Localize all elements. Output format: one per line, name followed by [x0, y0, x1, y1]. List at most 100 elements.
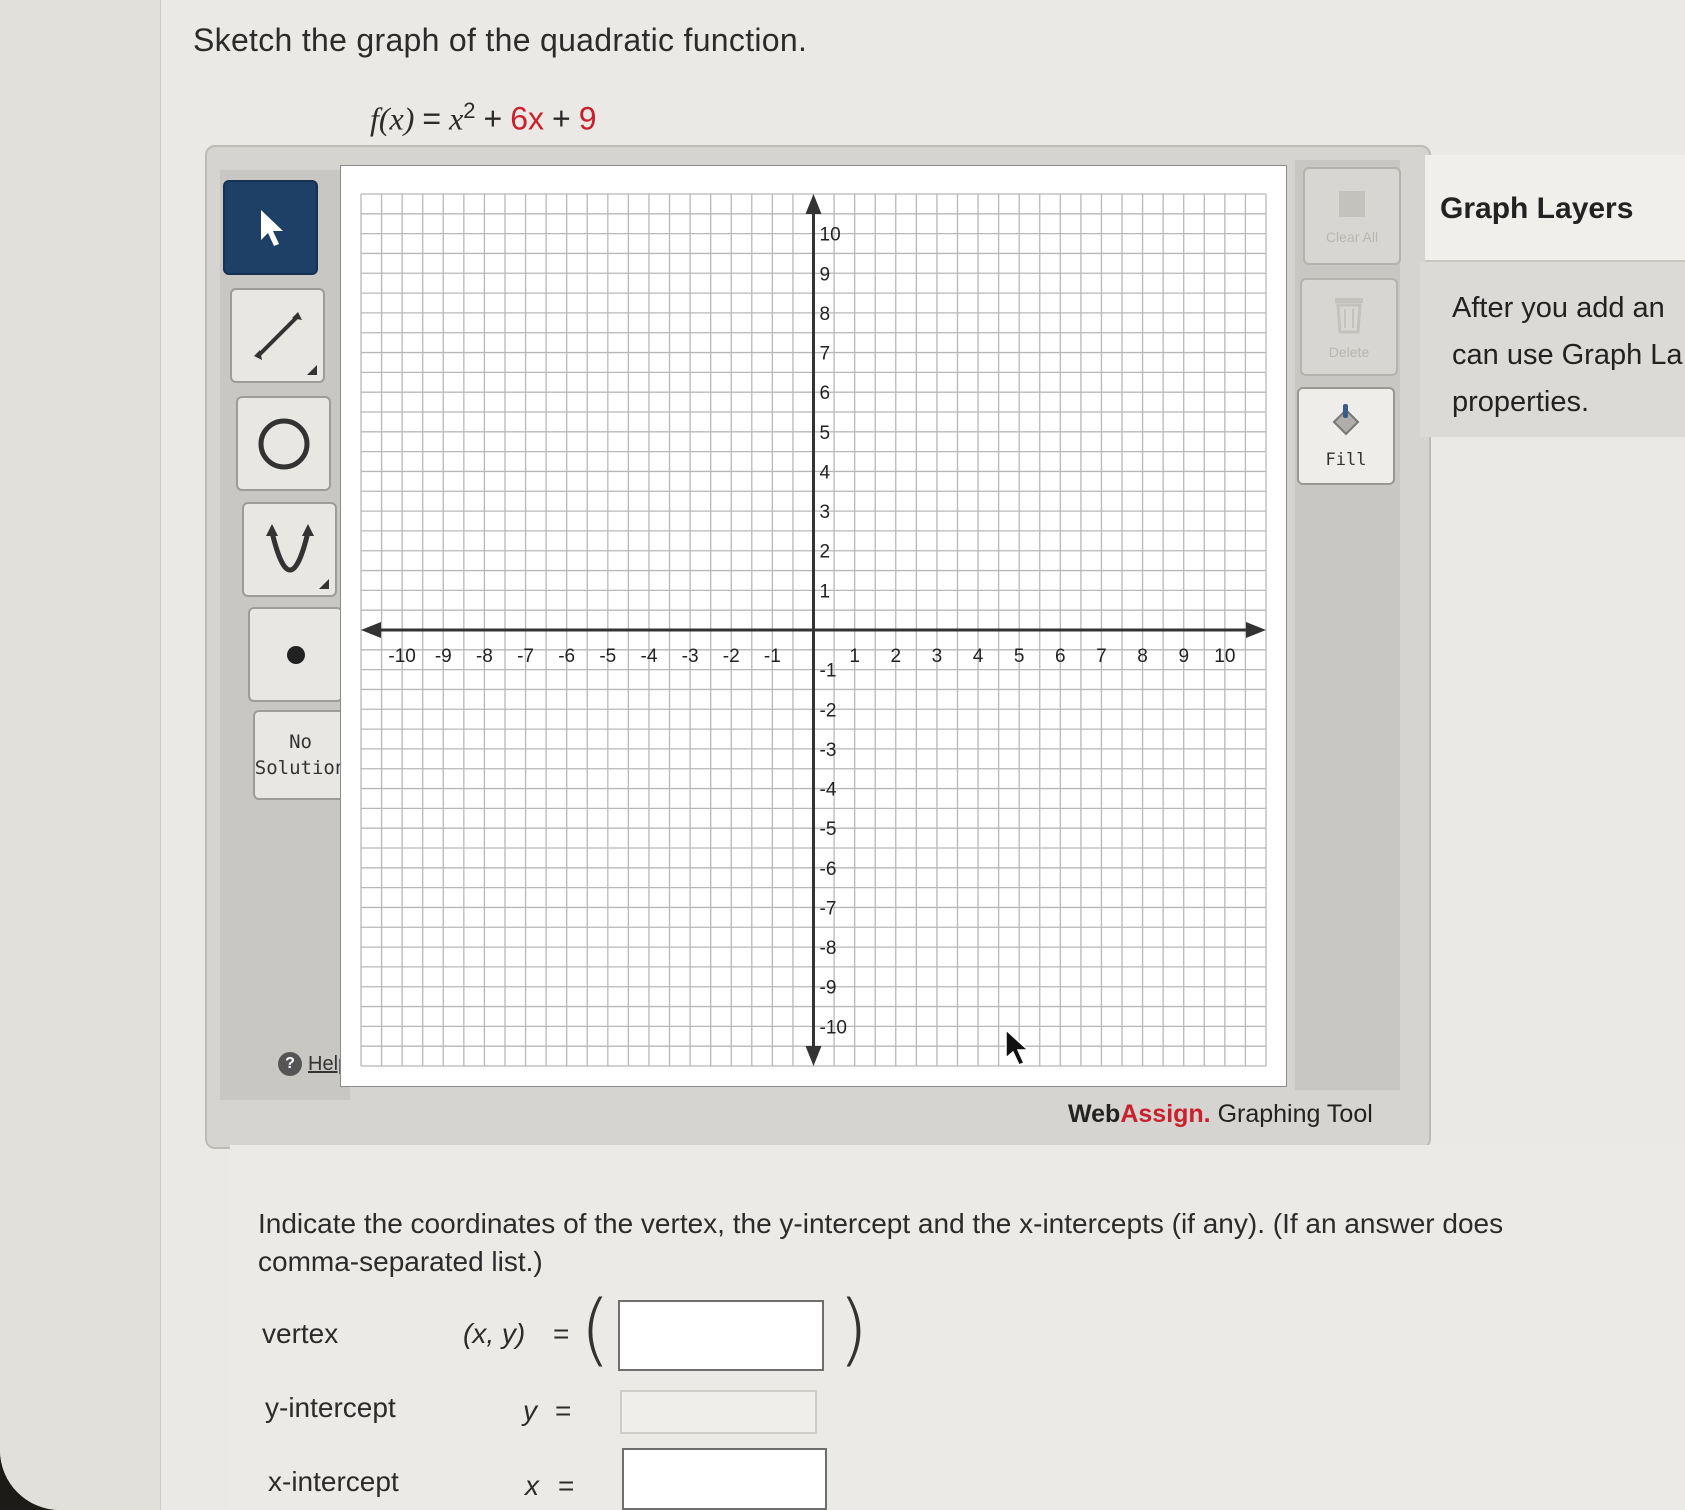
- fill-label: Fill: [1325, 450, 1367, 470]
- y-tick-label: -6: [820, 859, 837, 880]
- y-tick-label: -5: [820, 819, 837, 840]
- formula-eq: =: [422, 100, 442, 137]
- submenu-indicator-icon: [319, 579, 329, 589]
- formula-term-6x: 6x: [510, 100, 545, 137]
- clear-all-icon: [1339, 191, 1365, 217]
- no-solution-label: No Solution: [255, 729, 347, 781]
- x-tick-label: -9: [435, 646, 452, 667]
- x-tick-label: 1: [849, 646, 860, 667]
- mouse-cursor-icon: [1005, 1028, 1030, 1066]
- instructions-line-1: Indicate the coordinates of the vertex, …: [258, 1208, 1504, 1239]
- graph-layers-description: After you add an can use Graph La proper…: [1452, 285, 1685, 426]
- y-tick-label: -2: [820, 700, 837, 721]
- y-tick-label: -8: [820, 938, 837, 959]
- graph-canvas[interactable]: -10 -9 -8 -7 -6 -5 -4 -3 -2 -1 1 2 3 4 5 6 7 8 9 10 10 9 8 7 6 5 4…: [340, 165, 1287, 1087]
- brand-assign: Assign.: [1120, 1100, 1211, 1128]
- layers-line-3: properties.: [1452, 386, 1590, 418]
- vertex-input[interactable]: [618, 1300, 824, 1371]
- x-tick-label: -6: [558, 646, 575, 667]
- instructions: Indicate the coordinates of the vertex, …: [258, 1205, 1685, 1281]
- y-intercept-label: y-intercept: [265, 1392, 396, 1423]
- y-tick-label: -3: [820, 740, 837, 761]
- circle-icon: [258, 418, 309, 469]
- pointer-tool-button[interactable]: [223, 180, 318, 275]
- x-tick-label: -4: [641, 646, 658, 667]
- vertex-label: vertex: [262, 1318, 339, 1349]
- y-tick-label: 1: [820, 581, 831, 602]
- y-intercept-var: y: [523, 1395, 537, 1426]
- instructions-line-2: comma-separated list.): [258, 1246, 543, 1277]
- y-tick-label: -4: [820, 780, 837, 801]
- vertex-close-paren: ): [838, 1285, 869, 1375]
- x-tick-label: -3: [682, 646, 699, 667]
- page: Sketch the graph of the quadratic functi…: [0, 0, 1685, 1510]
- left-margin: [0, 0, 161, 1510]
- y-intercept-equals: =: [555, 1395, 572, 1426]
- x-tick-label: 6: [1055, 646, 1066, 667]
- y-axis-top-arrow-icon: [805, 194, 822, 214]
- y-tick-label: 3: [820, 502, 831, 523]
- no-solution-button[interactable]: No Solution: [253, 710, 348, 800]
- x-tick-label: -5: [599, 646, 616, 667]
- x-tick-label: 10: [1214, 646, 1235, 667]
- webassign-branding: WebAssign. Graphing Tool: [1068, 1100, 1373, 1129]
- y-tick-label: -1: [820, 661, 837, 682]
- line-tool-button[interactable]: [230, 288, 325, 383]
- y-axis-bottom-arrow-icon: [805, 1046, 822, 1066]
- x-intercept-var: x: [525, 1470, 539, 1501]
- function-formula: f(x) = x2 + 6x + 9: [370, 98, 597, 138]
- delete-button[interactable]: Delete: [1300, 278, 1398, 376]
- formula-lhs: f(x): [370, 100, 415, 137]
- point-dot-icon: [286, 645, 305, 664]
- brand-web: Web: [1068, 1100, 1121, 1128]
- clear-all-button[interactable]: Clear All: [1303, 167, 1401, 265]
- x-tick-label: -8: [476, 646, 493, 667]
- y-tick-label: -10: [820, 1017, 847, 1038]
- submenu-indicator-icon: [307, 365, 317, 375]
- x-tick-label: 7: [1096, 646, 1107, 667]
- paint-bucket-icon: [1332, 404, 1360, 436]
- parabola-icon: [265, 523, 314, 572]
- y-tick-label: 8: [820, 304, 831, 325]
- pointer-icon: [260, 209, 283, 246]
- formula-plus-1: +: [483, 100, 503, 137]
- x-axis-left-arrow-icon: [361, 622, 381, 638]
- x-tick-label: 2: [890, 646, 901, 667]
- y-intercept-input[interactable]: [620, 1390, 817, 1434]
- delete-label: Delete: [1328, 344, 1370, 360]
- vertex-equals: =: [553, 1318, 570, 1349]
- help-link[interactable]: ? Help: [278, 1052, 349, 1076]
- circle-tool-button[interactable]: [236, 396, 331, 491]
- x-intercept-input[interactable]: [622, 1448, 827, 1510]
- parabola-tool-button[interactable]: [242, 502, 337, 597]
- no-solution-line-2: Solution: [254, 757, 347, 779]
- x-axis-right-arrow-icon: [1246, 622, 1266, 638]
- formula-plus-2: +: [552, 100, 571, 137]
- y-tick-label: 7: [820, 344, 831, 365]
- formula-x: x: [449, 100, 464, 137]
- formula-exponent: 2: [463, 98, 476, 123]
- layers-line-1: After you add an: [1452, 292, 1665, 324]
- x-tick-label: 9: [1178, 646, 1189, 667]
- x-tick-label: 8: [1137, 646, 1148, 667]
- coordinate-plane[interactable]: -10 -9 -8 -7 -6 -5 -4 -3 -2 -1 1 2 3 4 5 6 7 8 9 10 10 9 8 7 6 5 4…: [341, 166, 1286, 1086]
- vertex-open-paren: (: [580, 1285, 611, 1375]
- x-tick-label: 3: [932, 646, 943, 667]
- x-tick-label: -10: [388, 646, 415, 667]
- x-tick-label: 4: [973, 646, 984, 667]
- fill-button[interactable]: Fill: [1297, 387, 1395, 485]
- layers-line-2: can use Graph La: [1452, 339, 1683, 371]
- x-tick-label: -2: [723, 646, 740, 667]
- x-tick-label: 5: [1014, 646, 1025, 667]
- clear-all-label: Clear All: [1325, 229, 1379, 245]
- x-intercept-equals: =: [558, 1470, 575, 1501]
- point-tool-button[interactable]: [248, 607, 343, 702]
- y-tick-label: -9: [820, 978, 837, 999]
- vertex-expression: (x, y): [463, 1318, 526, 1349]
- graph-layers-title: Graph Layers: [1440, 192, 1634, 225]
- question-prompt: Sketch the graph of the quadratic functi…: [193, 22, 808, 58]
- brand-graphing-tool: Graphing Tool: [1217, 1100, 1373, 1128]
- answer-card: [230, 1145, 1685, 1510]
- x-intercept-label: x-intercept: [268, 1466, 399, 1497]
- y-tick-label: 2: [820, 542, 831, 563]
